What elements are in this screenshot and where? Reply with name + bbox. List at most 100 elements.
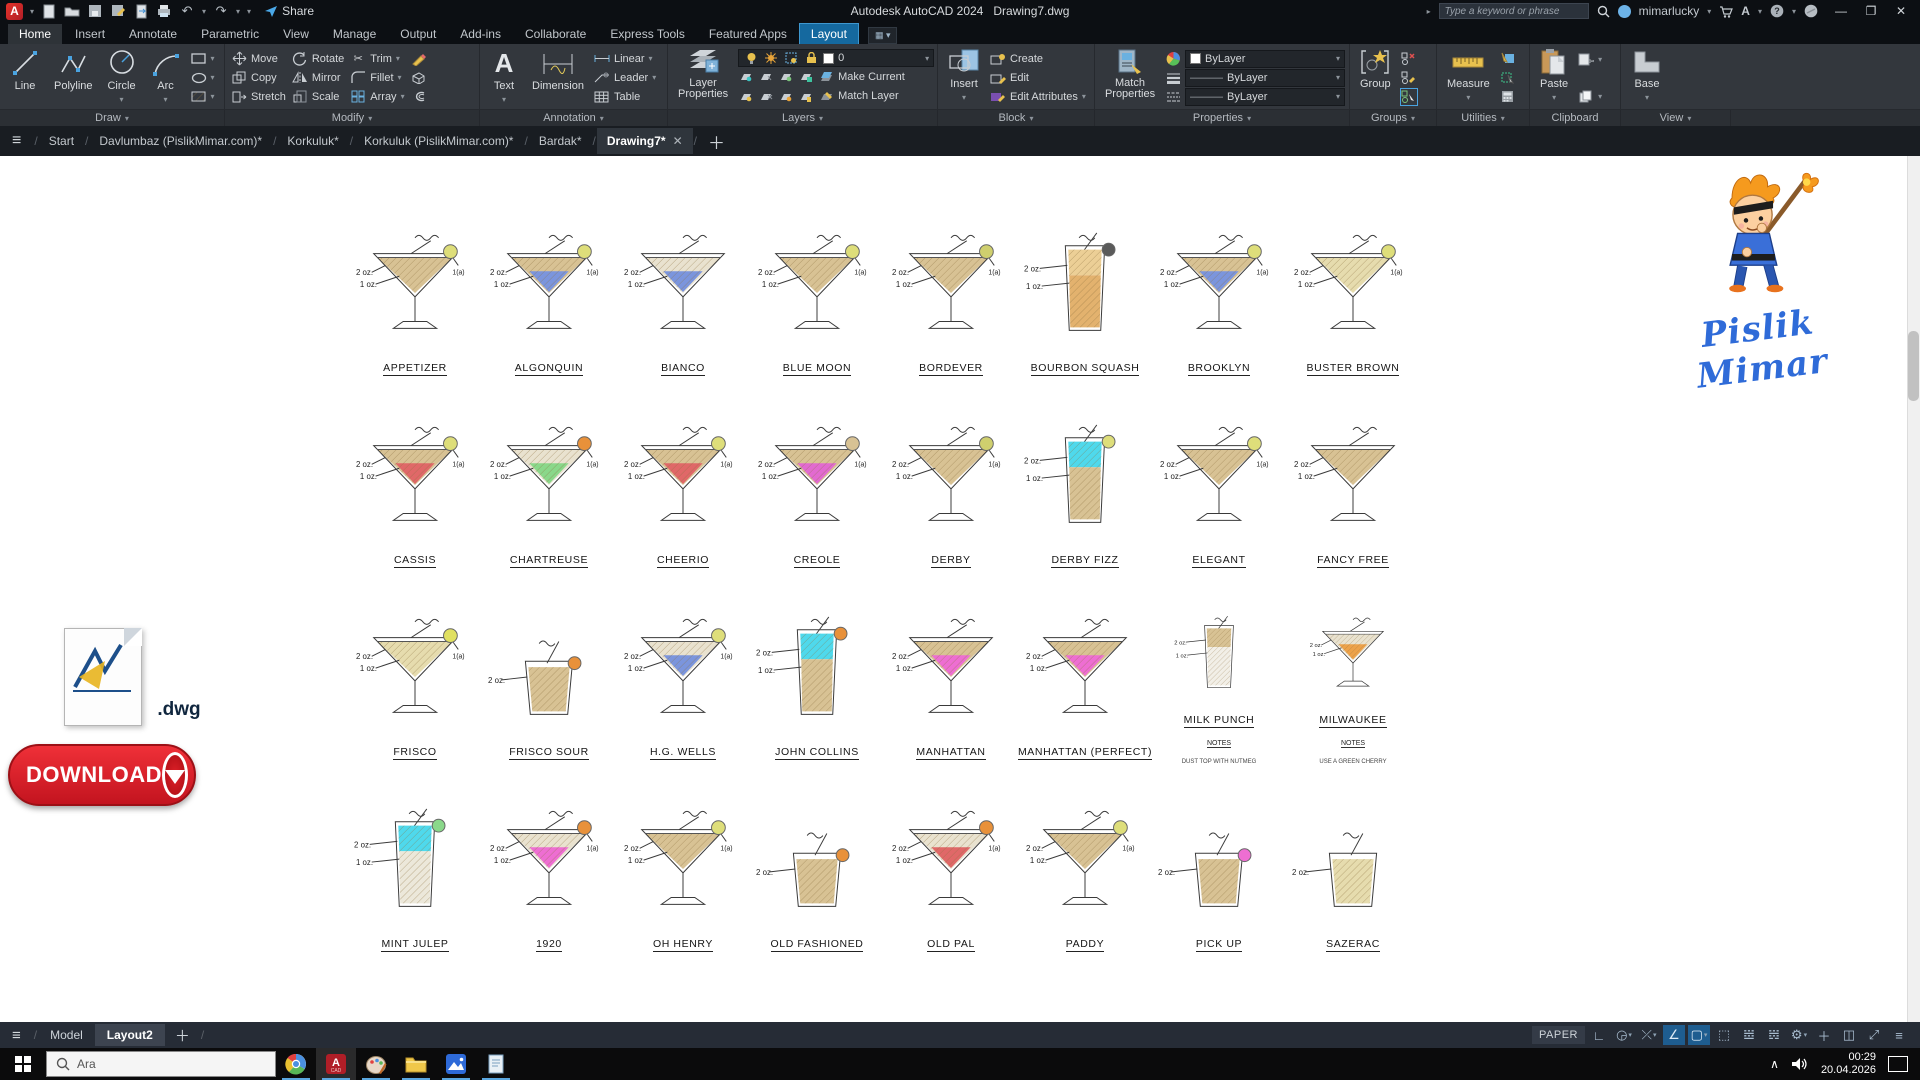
help-caret-icon[interactable]: ▾ — [1792, 7, 1796, 16]
customization-menu-icon[interactable]: ≡ — [1888, 1025, 1910, 1045]
modify-panel-label[interactable]: Modify▾ — [225, 110, 480, 126]
circle-caret-icon[interactable]: ▾ — [120, 94, 124, 106]
autodesk-app-icon[interactable]: A — [1741, 4, 1750, 18]
ribbon-tab-layout[interactable]: Layout — [800, 24, 858, 44]
fullscreen-icon[interactable]: ⤢ — [1863, 1025, 1885, 1045]
measure-button[interactable]: Measure▾ — [1443, 47, 1494, 108]
move-button[interactable]: Move — [231, 49, 286, 68]
insert-button[interactable]: Insert▾ — [944, 47, 984, 108]
base-caret-icon[interactable]: ▾ — [1645, 92, 1649, 104]
doc-tab-drawing7[interactable]: Drawing7*✕ — [597, 128, 693, 154]
layer-viewport-icon[interactable] — [783, 50, 799, 66]
draw-panel-label[interactable]: Draw▾ — [0, 110, 225, 126]
taskbar-clock[interactable]: 00:29 20.04.2026 — [1821, 1051, 1876, 1077]
hidden-icons-caret[interactable]: ∧ — [1770, 1057, 1779, 1071]
new-file-icon[interactable] — [41, 3, 57, 19]
customize-plus-icon[interactable]: ＋ — [1813, 1025, 1835, 1045]
osnap-tracking-icon[interactable]: ∠ — [1663, 1025, 1685, 1045]
make-current-button[interactable]: Make Current — [738, 67, 934, 87]
drink-cell-buster-brown[interactable]: 2 oz.1 oz.1(a)BUSTER BROWN — [1286, 192, 1420, 384]
paste-button[interactable]: Paste▾ — [1536, 47, 1572, 108]
cut-caret-icon[interactable]: ▾ — [1598, 55, 1602, 64]
settings-gear-icon[interactable]: ⚙▾ — [1788, 1025, 1810, 1045]
drink-cell-bordever[interactable]: 2 oz.1 oz.1(a)BORDEVER — [884, 192, 1018, 384]
undo-caret-icon[interactable]: ▾ — [202, 7, 206, 16]
match-properties-button[interactable]: Match Properties — [1101, 47, 1159, 108]
ribbon-display-options-button[interactable]: ▦ ▾ — [868, 27, 898, 44]
scale-button[interactable]: Scale — [292, 87, 344, 106]
snap-mode-icon[interactable]: ∟ — [1588, 1025, 1610, 1045]
redo-caret-icon[interactable]: ▾ — [236, 7, 240, 16]
isolate-objects-icon[interactable]: ◫ — [1838, 1025, 1860, 1045]
copy-clip-caret-icon[interactable]: ▾ — [1598, 92, 1602, 101]
search-history-caret-icon[interactable]: ▸ — [1427, 7, 1431, 16]
linetype-dropdown[interactable]: ———ByLayer▾ — [1185, 88, 1345, 106]
table-button[interactable]: Table — [594, 87, 656, 106]
layout2-tab[interactable]: Layout2 — [95, 1024, 165, 1046]
minimize-button[interactable]: — — [1826, 4, 1856, 18]
drink-cell-bourbon-squash[interactable]: 2 oz.1 oz.BOURBON SQUASH — [1018, 192, 1152, 384]
group-button[interactable]: Group — [1356, 47, 1395, 108]
layer-properties-button[interactable]: Layer Properties — [674, 47, 732, 108]
doc-tab-korkuluk-pislikmimar-com[interactable]: Korkuluk (PislikMimar.com)* — [354, 128, 523, 154]
new-layout-button[interactable]: ＋ — [165, 1025, 200, 1046]
close-button[interactable]: ✕ — [1886, 4, 1916, 18]
explode-icon[interactable] — [411, 70, 427, 86]
help-icon[interactable]: ? — [1770, 4, 1784, 18]
mirror-button[interactable]: Mirror — [292, 68, 344, 87]
user-menu-caret-icon[interactable]: ▾ — [1707, 7, 1711, 16]
annotation-panel-label[interactable]: Annotation▾ — [480, 110, 668, 126]
view-panel-label[interactable]: View▾ — [1621, 110, 1731, 126]
new-drawing-tab-button[interactable]: ＋ — [698, 129, 735, 154]
autocad-logo-icon[interactable]: A — [6, 3, 23, 20]
drink-cell-manhattan-perfect[interactable]: 2 oz.1 oz.MANHATTAN (PERFECT) — [1018, 576, 1152, 768]
hatch-caret-icon[interactable]: ▾ — [211, 92, 215, 101]
layer-on-icon[interactable] — [743, 50, 759, 66]
ribbon-tab-home[interactable]: Home — [8, 24, 62, 44]
taskbar-app-chrome[interactable] — [276, 1048, 316, 1080]
ungroup-icon[interactable] — [1401, 51, 1417, 67]
arc-button[interactable]: Arc▾ — [147, 47, 185, 108]
fillet-button[interactable]: Fillet▾ — [350, 68, 404, 87]
trim-button[interactable]: ✂Trim▾ — [350, 49, 404, 68]
drink-cell-bianco[interactable]: 2 oz.1 oz.BIANCO — [616, 192, 750, 384]
text-caret-icon[interactable]: ▾ — [502, 94, 506, 106]
drink-cell-chartreuse[interactable]: 2 oz.1 oz.1(a)CHARTREUSE — [482, 384, 616, 576]
save-as-icon[interactable] — [110, 3, 126, 19]
drink-cell-milk-punch[interactable]: 2 oz.1 oz.MILK PUNCHNOTESDUST TOP WITH N… — [1152, 576, 1286, 768]
action-center-icon[interactable] — [1888, 1056, 1908, 1072]
search-icon[interactable] — [1597, 5, 1610, 18]
dwg-file-icon[interactable]: .dwg — [64, 628, 142, 726]
linear-caret-icon[interactable]: ▾ — [649, 54, 653, 63]
drink-cell-1920[interactable]: 2 oz.1 oz.1(a)1920 — [482, 768, 616, 960]
taskbar-app-notepad[interactable] — [476, 1048, 516, 1080]
annotation-visibility-icon[interactable]: 𝍂 — [1738, 1025, 1760, 1045]
drink-cell-blue-moon[interactable]: 2 oz.1 oz.1(a)BLUE MOON — [750, 192, 884, 384]
layer-dropdown[interactable]: 0 ▾ — [738, 49, 934, 67]
offset-icon[interactable] — [411, 89, 427, 105]
leader-caret-icon[interactable]: ▾ — [652, 73, 656, 82]
drink-cell-frisco-sour[interactable]: 2 oz.FRISCO SOUR — [482, 576, 616, 768]
text-button[interactable]: A Text▾ — [486, 47, 522, 108]
rotate-button[interactable]: Rotate — [292, 49, 344, 68]
annotation-scale-icon[interactable]: 𝍃 — [1763, 1025, 1785, 1045]
undo-icon[interactable]: ↶ — [179, 3, 195, 19]
quick-calculator-icon[interactable] — [1500, 89, 1516, 105]
clipboard-panel-label[interactable]: Clipboard — [1530, 110, 1621, 126]
drink-cell-algonquin[interactable]: 2 oz.1 oz.1(a)ALGONQUIN — [482, 192, 616, 384]
paper-space-indicator[interactable]: PAPER — [1532, 1026, 1585, 1044]
drink-cell-derby-fizz[interactable]: 2 oz.1 oz.DERBY FIZZ — [1018, 384, 1152, 576]
restore-button[interactable]: ❐ — [1856, 4, 1886, 18]
layer-lock-icon[interactable] — [803, 50, 819, 66]
lineweight-dropdown[interactable]: ———ByLayer▾ — [1185, 69, 1345, 87]
drink-cell-elegant[interactable]: 2 oz.1 oz.1(a)ELEGANT — [1152, 384, 1286, 576]
arc-caret-icon[interactable]: ▾ — [164, 94, 168, 106]
signed-in-user[interactable]: mimarlucky — [1639, 4, 1700, 18]
block-edit-button[interactable]: Edit — [990, 68, 1086, 87]
block-create-button[interactable]: Create — [990, 49, 1086, 68]
linear-button[interactable]: Linear▾ — [594, 49, 656, 68]
base-button[interactable]: Base▾ — [1627, 47, 1667, 108]
qat-customize-caret-icon[interactable]: ▾ — [247, 7, 251, 16]
drink-cell-cheerio[interactable]: 2 oz.1 oz.1(a)CHEERIO — [616, 384, 750, 576]
drink-cell-derby[interactable]: 2 oz.1 oz.1(a)DERBY — [884, 384, 1018, 576]
